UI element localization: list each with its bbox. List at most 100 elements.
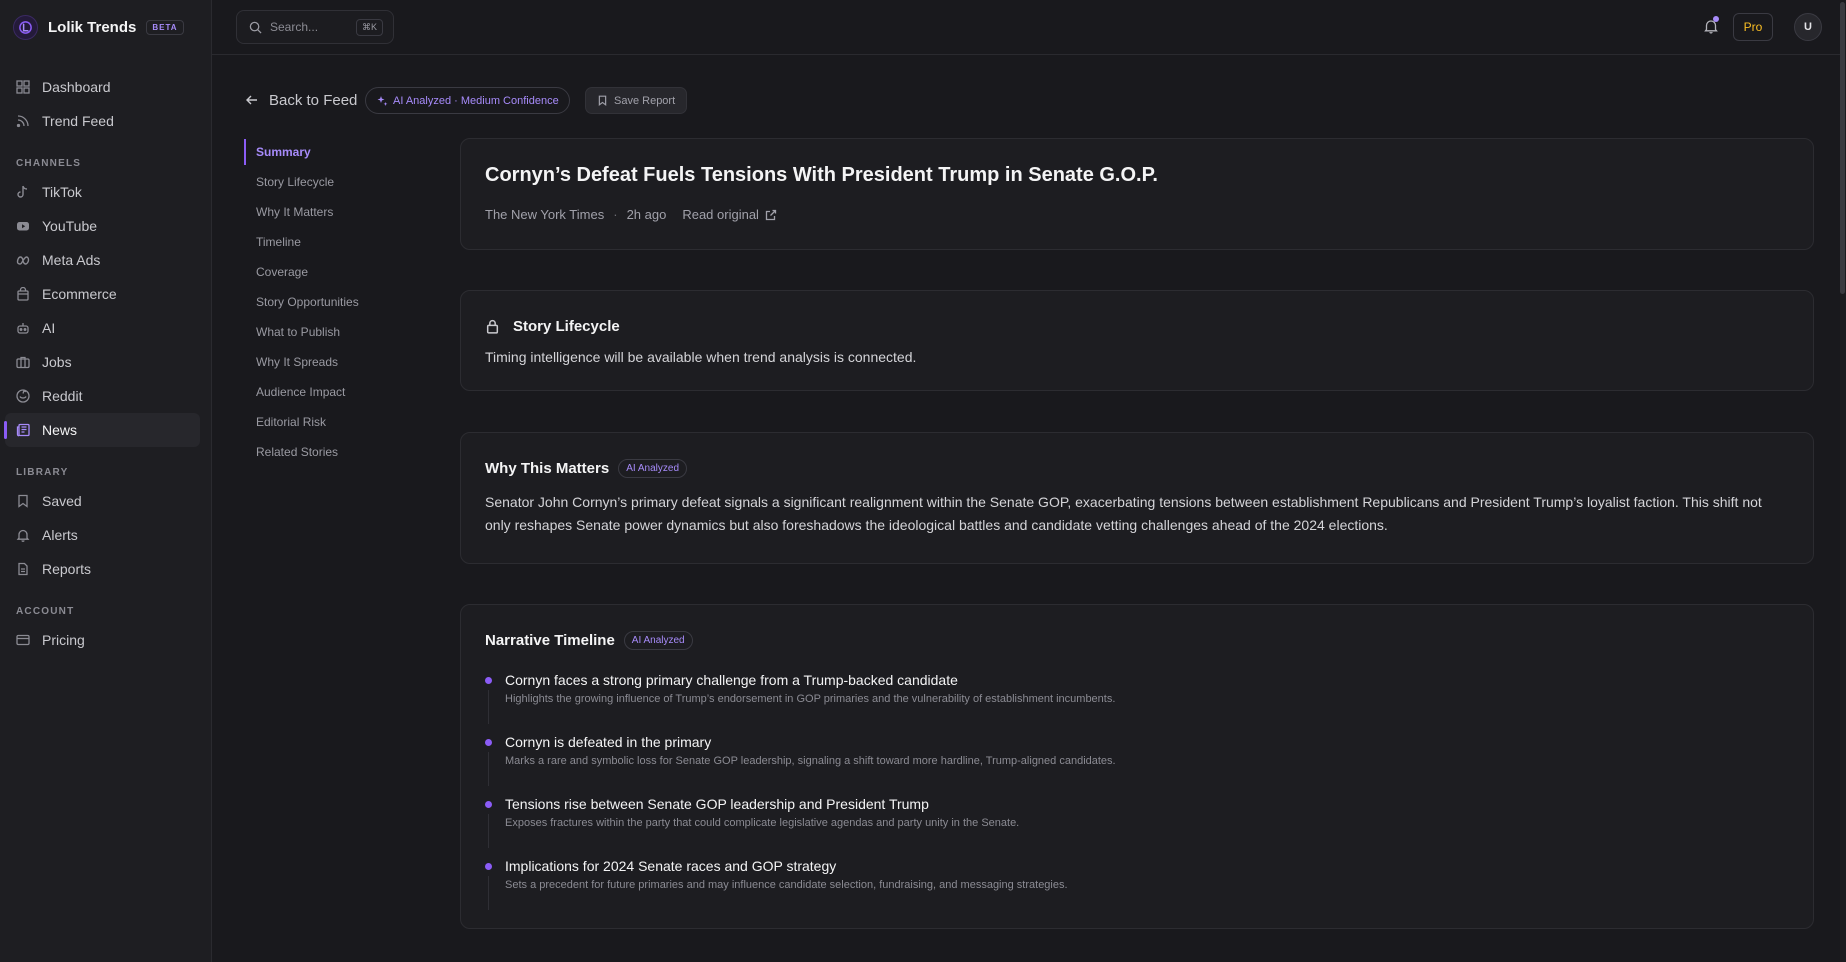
tiktok-icon: [16, 185, 30, 199]
main-nav: Dashboard Trend Feed CHANNELS TikTok You…: [0, 54, 211, 657]
read-original-label: Read original: [682, 207, 759, 222]
sidebar-item-ecommerce[interactable]: Ecommerce: [5, 277, 200, 311]
timeline-dot: [485, 739, 492, 746]
bookmark-icon: [597, 95, 608, 106]
sidebar-item-label: Meta Ads: [42, 252, 101, 268]
search-icon: [249, 21, 262, 34]
timeline-connector: [488, 752, 489, 786]
sidebar-item-ai[interactable]: AI: [5, 311, 200, 345]
story-lifecycle-heading: Story Lifecycle: [485, 318, 620, 335]
toc-item-editorial-risk[interactable]: Editorial Risk: [244, 407, 414, 437]
table-of-contents: Summary Story Lifecycle Why It Matters T…: [244, 137, 414, 467]
reddit-icon: [16, 389, 30, 403]
narrative-timeline-heading: Narrative Timeline AI Analyzed: [485, 631, 693, 650]
timeline-item: Cornyn faces a strong primary challenge …: [485, 671, 1789, 733]
timeline-item: Tensions rise between Senate GOP leaders…: [485, 795, 1789, 857]
save-report-label: Save Report: [614, 94, 676, 107]
channels-heading: CHANNELS: [16, 158, 82, 169]
timeline-item-desc: Exposes fractures within the party that …: [505, 817, 1020, 829]
sidebar-item-label: Reports: [42, 561, 92, 577]
toc-item-why-it-matters[interactable]: Why It Matters: [244, 197, 414, 227]
article-meta: The New York Times · 2h ago Read origina…: [485, 207, 777, 222]
sidebar-item-reddit[interactable]: Reddit: [5, 379, 200, 413]
brand[interactable]: Lolik Trends BETA: [0, 0, 211, 54]
sidebar-item-label: News: [42, 422, 78, 438]
beta-badge: BETA: [146, 19, 184, 35]
sidebar-item-label: TikTok: [42, 184, 82, 200]
story-lifecycle-card: Story Lifecycle Timing intelligence will…: [460, 290, 1814, 391]
timeline-connector: [488, 876, 489, 910]
sidebar-item-pricing[interactable]: Pricing: [5, 623, 200, 657]
timeline-item-title: Cornyn faces a strong primary challenge …: [505, 672, 958, 688]
toc-item-related-stories[interactable]: Related Stories: [244, 437, 414, 467]
bot-icon: [16, 321, 30, 335]
ai-confidence-badge: AI Analyzed · Medium Confidence: [365, 87, 570, 114]
article-header-card: Cornyn’s Defeat Fuels Tensions With Pres…: [460, 138, 1814, 250]
pro-button[interactable]: Pro: [1733, 13, 1773, 41]
arrow-left-icon: [245, 93, 259, 107]
bookmark-icon: [16, 494, 30, 508]
timeline-connector: [488, 814, 489, 848]
story-lifecycle-text: Timing intelligence will be available wh…: [485, 349, 917, 365]
why-this-matters-title: Why This Matters: [485, 460, 610, 477]
sidebar-item-youtube[interactable]: YouTube: [5, 209, 200, 243]
sidebar-item-label: YouTube: [42, 218, 98, 234]
meta-icon: [16, 253, 30, 267]
timeline-item-desc: Marks a rare and symbolic loss for Senat…: [505, 755, 1116, 767]
sidebar-item-dashboard[interactable]: Dashboard: [5, 70, 200, 104]
why-this-matters-card: Why This Matters AI Analyzed Senator Joh…: [460, 432, 1814, 564]
toc-item-audience-impact[interactable]: Audience Impact: [244, 377, 414, 407]
sidebar-item-label: Ecommerce: [42, 286, 117, 302]
notification-dot: [1713, 16, 1719, 22]
credit-card-icon: [16, 633, 30, 647]
sidebar-item-saved[interactable]: Saved: [5, 484, 200, 518]
bell-icon: [16, 528, 30, 542]
sparkles-icon: [376, 95, 388, 107]
sidebar-item-label: Reddit: [42, 388, 83, 404]
toc-item-timeline[interactable]: Timeline: [244, 227, 414, 257]
sidebar-item-label: Saved: [42, 493, 82, 509]
back-label: Back to Feed: [269, 91, 358, 109]
why-this-matters-heading: Why This Matters AI Analyzed: [485, 459, 687, 478]
avatar[interactable]: U: [1794, 13, 1822, 41]
shopping-bag-icon: [16, 287, 30, 301]
sidebar-item-jobs[interactable]: Jobs: [5, 345, 200, 379]
sidebar-item-trend-feed[interactable]: Trend Feed: [5, 104, 200, 138]
ai-confidence-label: AI Analyzed · Medium Confidence: [393, 94, 559, 107]
sidebar-item-reports[interactable]: Reports: [5, 552, 200, 586]
sidebar-item-news[interactable]: News: [4, 413, 200, 447]
ai-analyzed-badge: AI Analyzed: [623, 631, 693, 650]
account-heading: ACCOUNT: [16, 606, 75, 617]
narrative-timeline-card: Narrative Timeline AI Analyzed Cornyn fa…: [460, 604, 1814, 929]
read-original-link[interactable]: Read original: [682, 207, 777, 222]
sidebar-item-label: Pricing: [42, 632, 85, 648]
toc-item-why-it-spreads[interactable]: Why It Spreads: [244, 347, 414, 377]
article-source: The New York Times: [485, 207, 605, 222]
search-input[interactable]: Search... ⌘K: [236, 10, 394, 44]
sidebar-item-meta-ads[interactable]: Meta Ads: [5, 243, 200, 277]
timeline-item-desc: Sets a precedent for future primaries an…: [505, 879, 1068, 891]
timeline-list: Cornyn faces a strong primary challenge …: [485, 671, 1789, 919]
timeline-item-title: Cornyn is defeated in the primary: [505, 734, 712, 750]
timeline-item: Implications for 2024 Senate races and G…: [485, 857, 1789, 919]
narrative-timeline-title: Narrative Timeline: [485, 632, 615, 649]
back-to-feed-link[interactable]: Back to Feed: [245, 89, 357, 111]
toc-item-coverage[interactable]: Coverage: [244, 257, 414, 287]
file-icon: [16, 562, 30, 576]
meta-separator: ·: [613, 207, 618, 222]
search-shortcut: ⌘K: [355, 19, 383, 36]
scrollbar[interactable]: [1840, 0, 1846, 962]
toc-item-story-opportunities[interactable]: Story Opportunities: [244, 287, 414, 317]
save-report-button[interactable]: Save Report: [585, 87, 688, 114]
timeline-dot: [485, 863, 492, 870]
rss-icon: [16, 114, 30, 128]
sidebar-item-label: Jobs: [42, 354, 72, 370]
library-heading: LIBRARY: [16, 467, 69, 478]
toc-item-summary[interactable]: Summary: [244, 137, 414, 167]
toc-item-what-to-publish[interactable]: What to Publish: [244, 317, 414, 347]
toc-item-story-lifecycle[interactable]: Story Lifecycle: [244, 167, 414, 197]
sidebar-item-tiktok[interactable]: TikTok: [5, 175, 200, 209]
scrollbar-thumb[interactable]: [1840, 2, 1845, 294]
sidebar-item-alerts[interactable]: Alerts: [5, 518, 200, 552]
sidebar-item-label: AI: [42, 320, 56, 336]
